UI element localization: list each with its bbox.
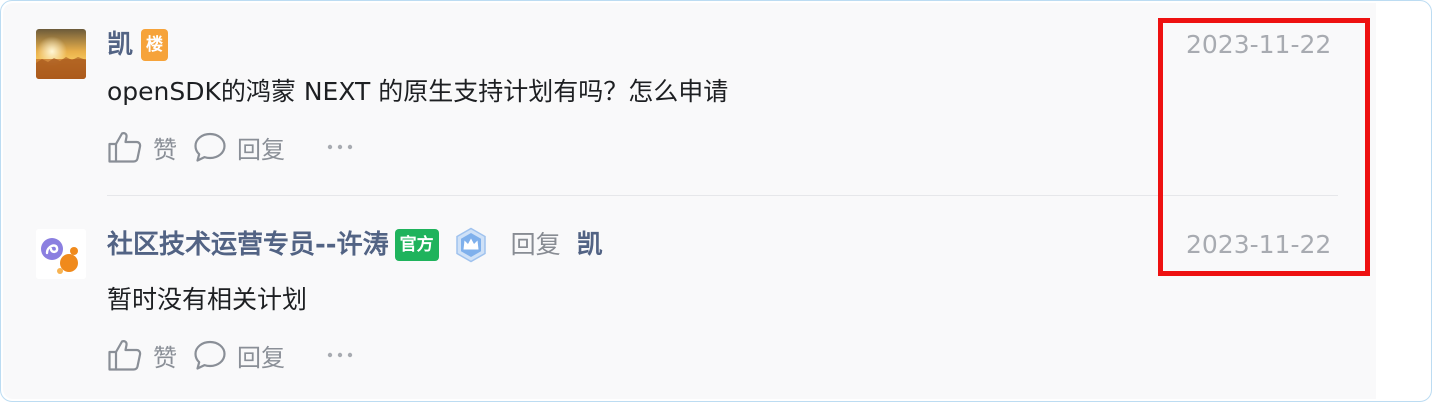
author-name[interactable]: 社区技术运营专员--许涛 <box>107 227 389 263</box>
reply-button[interactable]: 回复 <box>193 130 285 165</box>
comment-divider <box>107 195 1338 196</box>
comment-text: 暂时没有相关计划 <box>107 285 308 314</box>
author-line: 凯 楼 <box>107 27 169 63</box>
author-line: 社区技术运营专员--许涛 官方 回复 凯 <box>107 227 603 263</box>
avatar[interactable] <box>36 229 86 279</box>
reply-target-name[interactable]: 凯 <box>577 227 603 263</box>
like-button[interactable]: 赞 <box>107 130 177 165</box>
more-button[interactable] <box>327 351 353 359</box>
more-dots-icon <box>327 144 353 150</box>
speech-bubble-icon <box>194 132 226 162</box>
like-label: 赞 <box>153 343 177 372</box>
reply-label: 回复 <box>237 135 285 164</box>
date-highlight-box <box>1158 18 1370 276</box>
floor-owner-badge: 楼 <box>141 29 169 61</box>
thumbs-up-icon <box>108 132 142 163</box>
more-dots-icon <box>327 352 353 358</box>
thumbs-up-icon <box>108 340 142 371</box>
reply-to-label: 回复 <box>510 230 561 259</box>
more-button[interactable] <box>327 143 353 151</box>
author-name[interactable]: 凯 <box>107 27 133 63</box>
reply-button[interactable]: 回复 <box>193 338 285 373</box>
like-button[interactable]: 赞 <box>107 338 177 373</box>
comment-text: openSDK的鸿蒙 NEXT 的原生支持计划有吗？怎么申请 <box>107 77 729 106</box>
comment-thread-frame: 凯 楼 2023-11-22 openSDK的鸿蒙 NEXT 的原生支持计划有吗… <box>0 0 1432 402</box>
like-label: 赞 <box>153 135 177 164</box>
official-badge: 官方 <box>394 229 439 261</box>
comment-actions: 赞 回复 <box>107 337 353 373</box>
crown-shield-badge-icon <box>455 227 486 263</box>
comment-actions: 赞 回复 <box>107 129 353 165</box>
avatar[interactable] <box>36 29 86 79</box>
speech-bubble-icon <box>194 340 226 370</box>
reply-label: 回复 <box>237 343 285 372</box>
